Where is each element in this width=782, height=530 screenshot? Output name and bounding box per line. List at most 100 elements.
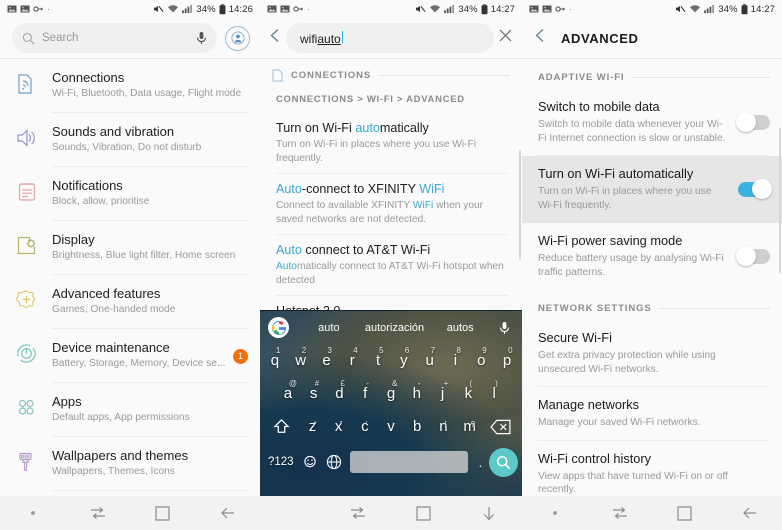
section-header: ADAPTIVE WI-FI	[522, 59, 782, 89]
key-o[interactable]: 9o	[468, 344, 494, 377]
sidebar-item-device-maintenance[interactable]: Device maintenance Battery, Storage, Memo…	[0, 329, 260, 383]
toggle-switch[interactable]	[736, 112, 770, 132]
dot-icon[interactable]	[522, 510, 587, 516]
back-icon[interactable]	[717, 506, 782, 520]
suggestion-2[interactable]: autos	[428, 322, 492, 334]
battery-percent: 34%	[196, 3, 216, 15]
account-avatar-icon[interactable]	[225, 25, 250, 51]
dot-icon[interactable]	[0, 510, 65, 516]
backspace-icon[interactable]	[483, 419, 518, 435]
setting-title: Manage networks	[538, 397, 640, 412]
key-superscript: 4	[353, 346, 358, 355]
back-chevron-icon[interactable]	[534, 28, 547, 48]
scrollbar[interactable]	[778, 128, 781, 273]
keyboard-row-3: * z " x ' c: v; b! n? m	[260, 410, 522, 443]
key-v[interactable]: :v	[378, 418, 404, 435]
key-h[interactable]: -h	[404, 377, 430, 410]
setting-row[interactable]: Secure Wi-Fi Get extra privacy protection…	[522, 320, 782, 387]
key-m[interactable]: ? m	[456, 418, 482, 435]
item-text: Device maintenance Battery, Storage, Memo…	[52, 340, 233, 370]
key-superscript: )	[495, 379, 498, 388]
breadcrumb: CONNECTIONS > WI-FI > ADVANCED	[276, 94, 465, 105]
key-z[interactable]: * z	[299, 418, 325, 435]
sidebar-item-connections[interactable]: Connections Wi-Fi, Bluetooth, Data usage,…	[0, 59, 260, 113]
key-w[interactable]: 2w	[288, 344, 314, 377]
space-key[interactable]	[350, 451, 469, 473]
key-x[interactable]: " x	[326, 418, 352, 435]
setting-row[interactable]: Turn on Wi-Fi automatically Turn on Wi-Fi…	[522, 156, 782, 223]
key-p[interactable]: 0p	[494, 344, 520, 377]
key-i[interactable]: 8i	[443, 344, 469, 377]
key-q[interactable]: 1q	[262, 344, 288, 377]
mic-icon[interactable]	[494, 321, 514, 335]
key-c[interactable]: ' c	[352, 418, 378, 435]
key-superscript: 2	[301, 346, 307, 355]
key-u[interactable]: 7u	[417, 344, 443, 377]
key-y[interactable]: 6y	[391, 344, 417, 377]
mic-icon[interactable]	[196, 31, 207, 45]
hide-keyboard-icon[interactable]	[457, 506, 523, 521]
setting-title: Turn on Wi-Fi automatically	[538, 166, 694, 181]
toggle-knob	[736, 246, 756, 266]
sidebar-item-advanced-features[interactable]: Advanced features Games, One-handed mode	[0, 275, 260, 329]
item-text: Notifications Block, allow, prioritise	[52, 178, 250, 208]
search-result-item[interactable]: Auto connect to AT&T Wi-Fi Automatically …	[260, 235, 522, 296]
key-e[interactable]: 3e	[314, 344, 340, 377]
key-j[interactable]: + j	[430, 377, 456, 410]
key-superscript: 7	[430, 346, 436, 355]
back-icon[interactable]	[195, 506, 260, 520]
recents-icon[interactable]	[326, 506, 392, 520]
key-b[interactable]: ; b	[404, 418, 430, 435]
sidebar-item-display[interactable]: Display Brightness, Blue light filter, Ho…	[0, 221, 260, 275]
key-s[interactable]: # s	[301, 377, 327, 410]
setting-description: Turn on Wi-Fi in places where you use Wi…	[538, 186, 712, 211]
search-query-input[interactable]: wifi auto	[286, 23, 494, 53]
setting-row[interactable]: Switch to mobile data Switch to mobile da…	[522, 89, 782, 156]
key-superscript: @	[288, 379, 298, 388]
globe-icon[interactable]	[322, 454, 346, 470]
period-key[interactable]: .	[472, 455, 488, 470]
scrollbar[interactable]	[518, 150, 521, 260]
key-g[interactable]: & g	[378, 377, 404, 410]
key-r[interactable]: 4r	[339, 344, 365, 377]
search-input[interactable]: Search	[12, 23, 217, 53]
home-icon[interactable]	[391, 505, 457, 521]
query-highlight: auto	[317, 31, 341, 46]
back-chevron-icon[interactable]	[269, 28, 282, 48]
key-superscript: -	[366, 379, 369, 388]
key-a[interactable]: @ a	[275, 377, 301, 410]
search-result-item[interactable]: Auto-connect to XFINITY WiFi Connect to a…	[260, 174, 522, 235]
symbols-key[interactable]: ?123	[264, 456, 298, 468]
setting-row[interactable]: Wi-Fi power saving mode Reduce battery us…	[522, 223, 782, 290]
item-icon-wrap	[0, 448, 52, 472]
shift-icon[interactable]	[264, 418, 299, 436]
sidebar-item-sounds-and-vibration[interactable]: Sounds and vibration Sounds, Vibration, D…	[0, 113, 260, 167]
key-l[interactable]: ) l	[481, 377, 507, 410]
home-icon[interactable]	[130, 505, 195, 521]
close-icon[interactable]	[498, 28, 513, 48]
sidebar-item-wallpapers-and-themes[interactable]: Wallpapers and themes Wallpapers, Themes,…	[0, 437, 260, 491]
key-d[interactable]: £ d	[327, 377, 353, 410]
recents-icon[interactable]	[587, 506, 652, 520]
sidebar-item-apps[interactable]: Apps Default apps, App permissions	[0, 383, 260, 437]
home-icon[interactable]	[652, 505, 717, 521]
toggle-switch[interactable]	[738, 179, 772, 199]
suggestion-1[interactable]: autorización	[363, 322, 427, 334]
key-n[interactable]: ! n	[430, 418, 456, 435]
key-k[interactable]: (k	[455, 377, 481, 410]
sidebar-item-notifications[interactable]: Notifications Block, allow, prioritise	[0, 167, 260, 221]
recents-icon[interactable]	[65, 506, 130, 520]
image-icon	[20, 5, 30, 13]
search-header: wifi auto	[260, 18, 522, 58]
suggestion-0[interactable]: auto	[297, 322, 361, 334]
emoji-icon[interactable]	[298, 455, 322, 469]
google-g-icon[interactable]	[268, 317, 289, 338]
key-f[interactable]: -f	[352, 377, 378, 410]
setting-row[interactable]: Manage networks Manage your saved Wi-Fi n…	[522, 387, 782, 441]
keyboard-search-key[interactable]	[488, 447, 518, 477]
search-result-item[interactable]: Turn on Wi-Fi automatically Turn on Wi-Fi…	[260, 113, 522, 174]
setting-title: Switch to mobile data	[538, 99, 660, 114]
toggle-switch[interactable]	[736, 246, 770, 266]
search-results-list: CONNECTIONS CONNECTIONS > WI-FI > ADVANC…	[260, 59, 522, 344]
key-t[interactable]: 5t	[365, 344, 391, 377]
